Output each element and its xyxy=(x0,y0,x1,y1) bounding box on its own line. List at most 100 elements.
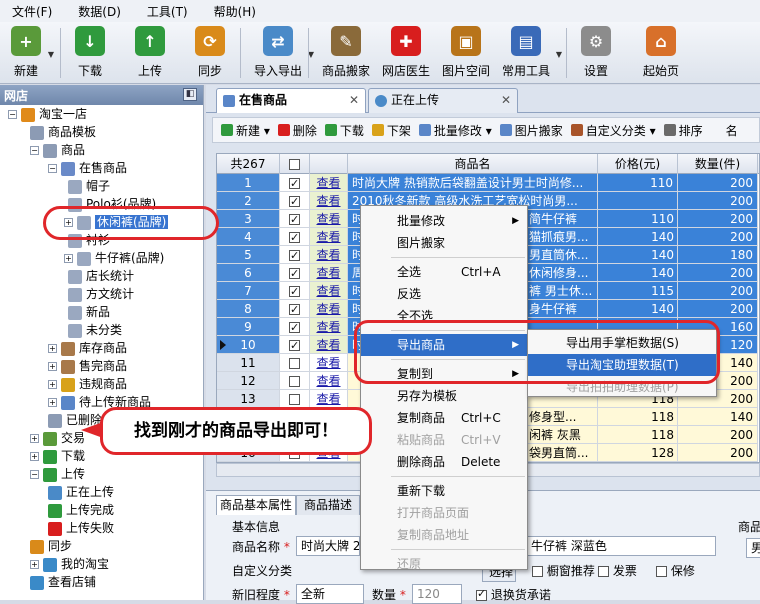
toolbar-button[interactable]: ⚙ 设置 xyxy=(576,22,616,84)
row-checkbox[interactable] xyxy=(289,229,300,245)
dropdown-arrow-icon[interactable]: ▼ xyxy=(48,50,54,59)
price-cell[interactable]: 110 xyxy=(598,174,678,192)
tree-node[interactable]: 商品模板 xyxy=(30,123,96,141)
context-menu-item[interactable]: 复制商品 Ctrl+C xyxy=(361,407,527,429)
view-link[interactable]: 查看 xyxy=(310,264,348,282)
toolbar-button[interactable]: + 新建 ▼ xyxy=(6,22,54,84)
menu-item[interactable]: 帮助(H) xyxy=(202,3,270,20)
tree-node[interactable]: + 牛仔裤(品牌) xyxy=(64,249,164,267)
view-link[interactable]: 查看 xyxy=(310,318,348,336)
quantity-cell[interactable]: 200 xyxy=(678,426,758,444)
row-checkbox[interactable] xyxy=(289,301,300,317)
list-toolbar-button[interactable]: 新建 ▾ xyxy=(221,122,270,139)
close-icon[interactable]: ✕ xyxy=(349,89,359,112)
row-checkbox[interactable] xyxy=(289,175,300,191)
row-checkbox-cell[interactable] xyxy=(280,300,310,318)
expand-icon[interactable]: + xyxy=(30,434,39,443)
tree-node[interactable]: 帽子 xyxy=(68,177,110,195)
row-checkbox-cell[interactable] xyxy=(280,390,310,408)
tree-node[interactable]: 正在上传 xyxy=(48,483,114,501)
quantity-field[interactable]: 120 xyxy=(412,584,462,604)
expand-icon[interactable]: + xyxy=(48,398,57,407)
menu-item[interactable]: 工具(T) xyxy=(135,3,202,20)
row-checkbox-cell[interactable] xyxy=(280,174,310,192)
list-toolbar-button[interactable]: 排序 xyxy=(663,122,703,139)
column-name[interactable]: 商品名 xyxy=(348,154,598,174)
checkbox[interactable] xyxy=(532,566,543,577)
context-menu-item[interactable]: 图片搬家 xyxy=(361,232,527,254)
context-menu-item[interactable]: 还原 xyxy=(361,553,527,575)
list-toolbar-button[interactable]: 图片搬家 xyxy=(499,122,563,139)
condition-select[interactable]: 全新 xyxy=(296,584,364,604)
table-row[interactable]: 1 查看时尚大牌 热销款后袋翻盖设计男士时尚修...110200 xyxy=(217,174,759,192)
showcase-check[interactable]: 橱窗推荐 xyxy=(532,562,595,579)
context-menu-item[interactable]: 删除商品 Delete xyxy=(361,451,527,473)
toolbar-button[interactable]: ✚ 网店医生 xyxy=(378,22,434,84)
list-toolbar-button[interactable]: 名 xyxy=(711,122,738,139)
tree-node[interactable]: 未分类 xyxy=(68,321,122,339)
context-menu-item[interactable]: 复制商品地址 xyxy=(361,524,527,546)
checkbox[interactable] xyxy=(476,587,487,601)
row-checkbox-cell[interactable] xyxy=(280,282,310,300)
tree-node[interactable]: − 在售商品 xyxy=(48,159,127,177)
toolbar-button[interactable]: ⌂ 起始页 xyxy=(638,22,684,84)
invoice-check[interactable]: 发票 xyxy=(598,562,637,579)
tree-node[interactable]: 新品 xyxy=(68,303,110,321)
tab-uploading[interactable]: 正在上传 ✕ xyxy=(368,88,518,113)
context-menu-item[interactable]: 批量修改 ▶ xyxy=(361,210,527,232)
return-check[interactable]: 退换货承诺 xyxy=(476,586,551,603)
tab-basic-props[interactable]: 商品基本属性 xyxy=(216,495,296,515)
view-link[interactable]: 查看 xyxy=(310,228,348,246)
view-link[interactable]: 查看 xyxy=(310,336,348,354)
view-link[interactable]: 查看 xyxy=(310,372,348,390)
tree-node[interactable]: 方文统计 xyxy=(68,285,134,303)
row-checkbox-cell[interactable] xyxy=(280,336,310,354)
context-menu-item[interactable]: 另存为模板 xyxy=(361,385,527,407)
row-checkbox[interactable] xyxy=(289,283,300,299)
tree-node[interactable]: + 违规商品 xyxy=(48,375,127,393)
close-icon[interactable]: ✕ xyxy=(501,89,511,112)
view-link[interactable]: 查看 xyxy=(310,354,348,372)
view-link[interactable]: 查看 xyxy=(310,210,348,228)
checkbox[interactable] xyxy=(598,566,609,577)
quantity-cell[interactable]: 180 xyxy=(678,246,758,264)
row-checkbox[interactable] xyxy=(289,193,300,209)
product-name-field-tail[interactable]: 牛仔裤 深蓝色 xyxy=(526,536,716,556)
menu-item[interactable]: 文件(F) xyxy=(0,3,66,20)
toolbar-button[interactable]: ⟳ 同步 xyxy=(190,22,230,84)
row-checkbox[interactable] xyxy=(289,394,300,405)
view-link[interactable]: 查看 xyxy=(310,192,348,210)
view-link[interactable]: 查看 xyxy=(310,390,348,408)
collapse-icon[interactable]: − xyxy=(48,164,57,173)
tree-node[interactable]: − 淘宝一店 xyxy=(8,105,87,123)
quantity-cell[interactable]: 200 xyxy=(678,228,758,246)
quantity-cell[interactable]: 200 xyxy=(678,444,758,462)
toolbar-button[interactable]: ▣ 图片空间 xyxy=(438,22,494,84)
tree-node[interactable]: + 库存商品 xyxy=(48,339,127,357)
expand-icon[interactable]: + xyxy=(64,254,73,263)
select-all-checkbox[interactable] xyxy=(289,159,300,170)
tree-node[interactable]: 店长统计 xyxy=(68,267,134,285)
context-menu-item[interactable]: 打开商品页面 xyxy=(361,502,527,524)
product-name-cell[interactable]: 时尚大牌 热销款后袋翻盖设计男士时尚修... xyxy=(348,174,598,192)
checkbox[interactable] xyxy=(656,566,667,577)
toolbar-button[interactable]: ↑ 上传 xyxy=(130,22,170,84)
row-checkbox[interactable] xyxy=(289,211,300,227)
row-checkbox-cell[interactable] xyxy=(280,318,310,336)
tab-on-sale[interactable]: 在售商品 ✕ xyxy=(216,88,366,113)
context-menu-item[interactable]: 反选 xyxy=(361,283,527,305)
tree-node[interactable]: 同步 xyxy=(30,537,72,555)
row-checkbox[interactable] xyxy=(289,337,300,353)
row-checkbox[interactable] xyxy=(289,319,300,335)
quantity-cell[interactable]: 200 xyxy=(678,300,758,318)
menu-item[interactable]: 数据(D) xyxy=(66,3,135,20)
collapse-icon[interactable]: − xyxy=(30,146,39,155)
expand-icon[interactable]: + xyxy=(30,560,39,569)
expand-icon[interactable]: + xyxy=(30,452,39,461)
list-toolbar-button[interactable]: 自定义分类 ▾ xyxy=(570,122,656,139)
toolbar-button[interactable]: ↓ 下载 xyxy=(70,22,110,84)
row-checkbox-cell[interactable] xyxy=(280,354,310,372)
warranty-check[interactable]: 保修 xyxy=(656,562,695,579)
expand-icon[interactable]: + xyxy=(48,362,57,371)
pin-icon[interactable]: ◧ xyxy=(183,88,197,101)
